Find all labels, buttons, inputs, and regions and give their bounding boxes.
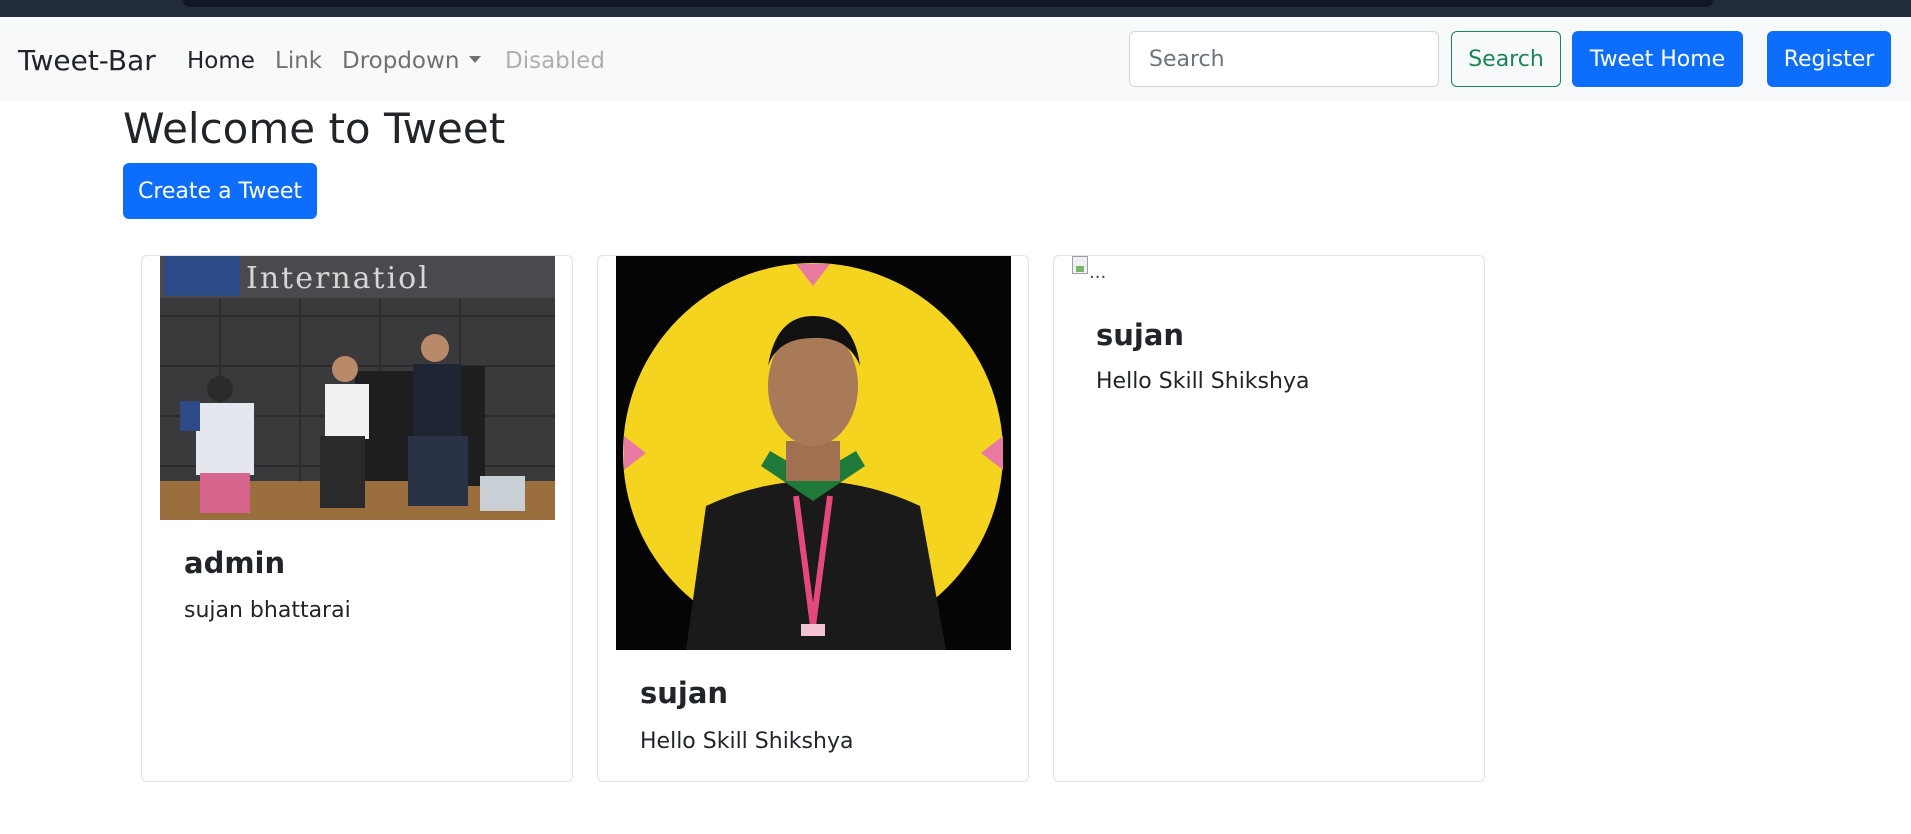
tweet-card: sujan Hello Skill Shikshya — [597, 255, 1029, 782]
navbar-brand[interactable]: Tweet-Bar — [18, 44, 156, 77]
nav-link-disabled: Disabled — [505, 48, 605, 74]
tweet-card-title: sujan — [640, 676, 729, 710]
navbar: Tweet-Bar Home Link Dropdown Disabled Se… — [0, 17, 1911, 101]
nav-dropdown[interactable]: Dropdown — [342, 48, 482, 74]
tweet-card-image-group-photo: Internatiol — [160, 256, 555, 520]
tweet-card-image-profile-portrait — [616, 256, 1011, 650]
broken-image-icon — [1072, 256, 1088, 274]
register-button[interactable]: Register — [1767, 31, 1891, 87]
tweet-home-button[interactable]: Tweet Home — [1572, 31, 1743, 87]
tweet-card: ... sujan Hello Skill Shikshya — [1053, 255, 1485, 782]
tweet-card-text: Hello Skill Shikshya — [1096, 369, 1310, 394]
browser-tab-bar — [183, 0, 1713, 7]
svg-text:Internatiol: Internatiol — [246, 261, 430, 296]
create-tweet-button[interactable]: Create a Tweet — [123, 163, 317, 219]
search-button[interactable]: Search — [1451, 31, 1561, 87]
tweet-card-title: sujan — [1096, 318, 1185, 352]
browser-top-strip — [0, 0, 1911, 17]
tweet-card: Internatiol admin sujan bhattarai — [141, 255, 573, 782]
tweet-card-text: sujan bhattarai — [184, 598, 351, 623]
tweet-card-broken-image: ... — [1072, 256, 1106, 283]
tweet-card-text: Hello Skill Shikshya — [640, 729, 854, 754]
nav-link-home[interactable]: Home — [187, 48, 255, 74]
nav-link-link[interactable]: Link — [275, 48, 322, 74]
search-input[interactable] — [1129, 31, 1439, 87]
nav-dropdown-label: Dropdown — [342, 48, 460, 74]
chevron-down-icon — [469, 56, 482, 63]
page-title: Welcome to Tweet — [123, 104, 506, 153]
broken-image-alt: ... — [1089, 262, 1107, 283]
tweet-card-title: admin — [184, 546, 286, 580]
